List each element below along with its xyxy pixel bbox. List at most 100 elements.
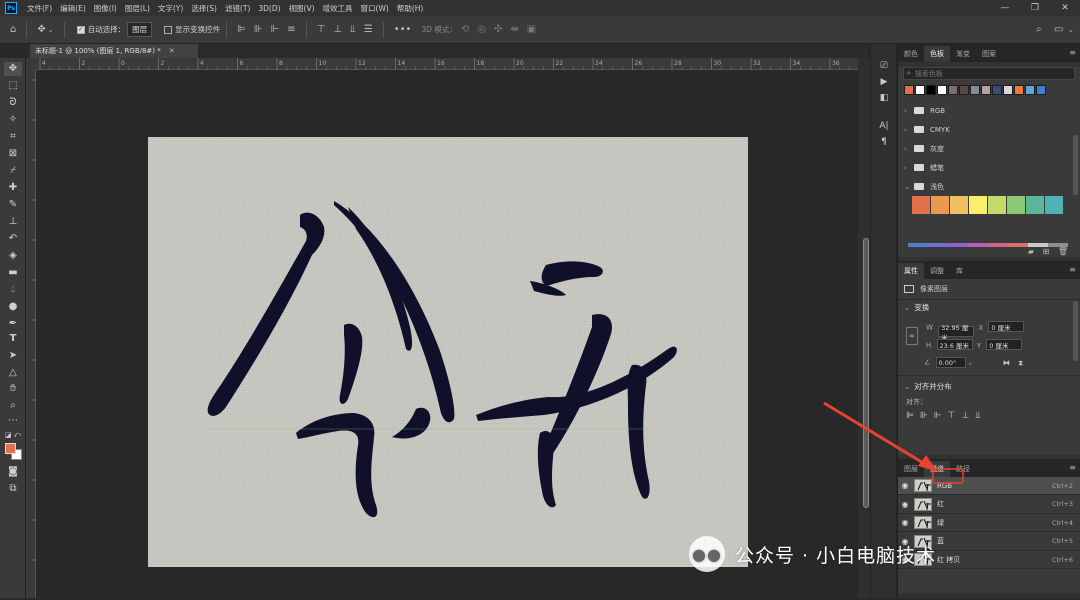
align-vcenter-icon[interactable]: ⊥ [333, 24, 342, 35]
eyedropper-icon[interactable]: ⌿ [4, 164, 22, 178]
healing-brush-icon[interactable]: ✚ [4, 181, 22, 195]
recent-swatch[interactable] [926, 85, 936, 95]
chevron-down-icon[interactable]: ⌄ [904, 183, 912, 191]
reset-colors-icon[interactable]: ◪ ⤺ [4, 428, 22, 442]
menu-image[interactable]: 图像(I) [90, 3, 121, 14]
recent-swatch[interactable] [959, 85, 969, 95]
menu-file[interactable]: 文件(F) [23, 3, 56, 14]
light-swatch[interactable] [950, 196, 968, 214]
new-swatch-icon[interactable]: ⊞ [1043, 247, 1050, 256]
history-panel-icon[interactable]: ⎚ [878, 60, 890, 72]
chevron-right-icon[interactable]: › [904, 126, 912, 134]
light-swatch[interactable] [912, 196, 930, 214]
align-left-icon[interactable]: ⊫ [237, 24, 246, 35]
light-swatch[interactable] [969, 196, 987, 214]
light-swatch[interactable] [988, 196, 1006, 214]
shape-tool-icon[interactable]: △ [4, 366, 22, 380]
swatch-search-input[interactable]: ⌕ 搜索色板 [903, 67, 1075, 80]
x-field[interactable]: 0 厘米 [988, 321, 1025, 332]
quick-mask-icon[interactable]: ◙ [4, 465, 22, 479]
chevron-down-icon[interactable]: ⌄ [968, 360, 973, 367]
menu-help[interactable]: 帮助(H) [393, 3, 428, 14]
recent-swatch[interactable] [1003, 85, 1013, 95]
tab-adjustments[interactable]: 调整 [924, 263, 950, 279]
menu-layer[interactable]: 图层(L) [121, 3, 154, 14]
more-tools-icon[interactable]: ⋯ [4, 414, 22, 428]
recent-swatch[interactable] [1025, 85, 1035, 95]
channel-row[interactable]: ◉ 红 Ctrl+3 [898, 496, 1080, 514]
maximize-icon[interactable]: ❐ [1020, 0, 1050, 16]
tab-patterns[interactable]: 图案 [976, 46, 1002, 62]
new-group-icon[interactable]: ▰ [1028, 247, 1034, 256]
menu-filter[interactable]: 滤镜(T) [221, 3, 254, 14]
tab-libraries[interactable]: 库 [950, 263, 969, 279]
align-bottom-icon[interactable]: ⫫ [350, 24, 356, 35]
tab-color[interactable]: 颜色 [898, 46, 924, 62]
vertical-scrollbar[interactable] [858, 58, 870, 598]
panel-menu-icon[interactable]: ≡ [1069, 48, 1076, 57]
stamp-tool-icon[interactable]: ⊥ [4, 215, 22, 229]
light-swatch[interactable] [1045, 196, 1063, 214]
angle-field[interactable]: 0.00° [935, 357, 966, 368]
document-tab[interactable]: 未标题-1 @ 100% (图层 1, RGB/8#) * ✕ [30, 44, 198, 58]
menu-edit[interactable]: 编辑(E) [56, 3, 90, 14]
swatch-group[interactable]: › RGB [898, 101, 1080, 120]
more-options-icon[interactable]: ••• [394, 24, 412, 35]
align-right-icon[interactable]: ⊩ [934, 411, 948, 421]
history-brush-icon[interactable]: ↶ [4, 232, 22, 246]
light-swatch[interactable] [931, 196, 949, 214]
menu-plugins[interactable]: 增效工具 [319, 3, 357, 14]
recent-swatch[interactable] [1036, 85, 1046, 95]
align-vcenter-icon[interactable]: ⊥ [961, 411, 975, 421]
light-swatch[interactable] [1026, 196, 1044, 214]
type-tool-icon[interactable]: T [4, 332, 22, 346]
light-swatch[interactable] [1007, 196, 1025, 214]
recent-swatch[interactable] [904, 85, 914, 95]
home-icon[interactable]: ⌂ [10, 24, 16, 35]
document-canvas[interactable] [148, 137, 748, 567]
distribute-vertical-icon[interactable]: ☰ [364, 24, 373, 35]
show-transform-checkbox[interactable] [164, 25, 173, 34]
marquee-tool-icon[interactable]: ⬚ [4, 79, 22, 93]
recent-swatch[interactable] [937, 85, 947, 95]
close-tab-icon[interactable]: ✕ [169, 47, 175, 55]
lasso-tool-icon[interactable]: ᘐ [4, 96, 22, 110]
pen-tool-icon[interactable]: ✒ [4, 317, 22, 331]
distribute-icon[interactable]: ≡ [287, 24, 295, 35]
recent-swatch[interactable] [948, 85, 958, 95]
chevron-right-icon[interactable]: › [904, 107, 912, 115]
paragraph-panel-icon[interactable]: ¶ [878, 136, 890, 148]
align-left-icon[interactable]: ⊫ [906, 411, 920, 421]
channel-row[interactable]: ◉ RGB Ctrl+2 [898, 477, 1080, 495]
swatch-group[interactable]: ⌄ 浅色 [898, 177, 1080, 196]
recent-swatch[interactable] [970, 85, 980, 95]
align-hcenter-icon[interactable]: ⊪ [920, 411, 934, 421]
menu-select[interactable]: 选择(S) [187, 3, 221, 14]
move-tool-icon[interactable]: ✥ [37, 24, 45, 35]
panel-menu-icon[interactable]: ≡ [1069, 265, 1076, 274]
eye-icon[interactable]: ◉ [898, 481, 912, 490]
minimize-icon[interactable]: — [990, 0, 1020, 16]
recent-swatch[interactable] [1014, 85, 1024, 95]
swatch-group[interactable]: › 蜡笔 [898, 158, 1080, 177]
actions-panel-icon[interactable]: ▶ [878, 76, 890, 88]
brush-tool-icon[interactable]: ✎ [4, 198, 22, 212]
comments-panel-icon[interactable]: ◧ [878, 92, 890, 104]
foreground-color-swatch[interactable] [5, 443, 16, 454]
tab-properties[interactable]: 属性 [898, 263, 924, 279]
panel-menu-icon[interactable]: ≡ [1069, 463, 1076, 472]
y-field[interactable]: 0 厘米 [986, 339, 1023, 350]
search-icon[interactable]: ⌕ [1036, 24, 1042, 35]
tab-layers[interactable]: 图层 [898, 461, 924, 477]
menu-type[interactable]: 文字(Y) [154, 3, 187, 14]
width-field[interactable]: 32.95 厘米 [938, 324, 975, 342]
chevron-right-icon[interactable]: › [904, 145, 912, 153]
crop-tool-icon[interactable]: ⌗ [4, 130, 22, 144]
screen-mode-icon[interactable]: ⧉ [4, 482, 22, 496]
channel-row[interactable]: ◉ 绿 Ctrl+4 [898, 514, 1080, 532]
align-top-icon[interactable]: ⊤ [948, 411, 962, 421]
menu-3d[interactable]: 3D(D) [254, 4, 284, 13]
hand-tool-icon[interactable]: ✋︎ [4, 382, 22, 396]
auto-select-checkbox[interactable]: ✓ [76, 25, 85, 34]
menu-window[interactable]: 窗口(W) [357, 3, 393, 14]
